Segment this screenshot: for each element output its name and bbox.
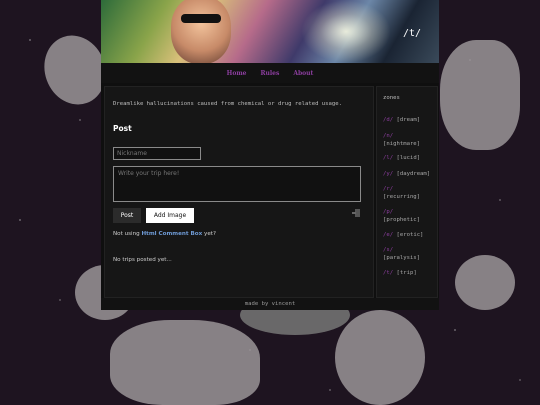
header-banner: /t/ [101, 0, 439, 63]
zone-label: [erotic] [396, 232, 424, 238]
zones-sidebar: zones /d/ [dream] /n/ [nightmare] /l/ [lu… [376, 86, 438, 298]
zone-item-trip[interactable]: /t/ [trip] [383, 269, 417, 277]
zone-item-nightmare[interactable]: /n/ [nightmare] [383, 132, 420, 148]
zone-label: [trip] [396, 270, 417, 276]
not-using-notice: Not using Html Comment Box yet? [113, 231, 216, 237]
zone-item-prophetic[interactable]: /p/ [prophetic] [383, 208, 420, 224]
astronaut-figure [110, 320, 260, 405]
nav-about-link[interactable]: About [293, 70, 313, 77]
board-title: /t/ [402, 28, 421, 39]
zone-item-daydream[interactable]: /y/ [daydream] [383, 170, 430, 178]
zone-item-paralysis[interactable]: /s/ [paralysis] [383, 246, 420, 262]
zone-item-lucid[interactable]: /l/ [lucid] [383, 154, 420, 162]
not-using-prefix: Not using [113, 231, 142, 237]
astronaut-figure [455, 255, 515, 310]
zone-label: [lucid] [396, 155, 421, 161]
zone-item-erotic[interactable]: /e/ [erotic] [383, 231, 423, 239]
zone-item-dream[interactable]: /d/ [dream] [383, 116, 420, 124]
post-button[interactable]: Post [113, 208, 141, 223]
zone-code: /l/ [383, 155, 394, 161]
site-footer: made by vincent [101, 298, 439, 310]
zone-code: /p/ [383, 209, 394, 215]
html-comment-box-link[interactable]: Html Comment Box [141, 231, 202, 237]
zone-code: /n/ [383, 133, 394, 139]
zone-label: [recurring] [383, 194, 421, 200]
zone-label: [prophetic] [383, 217, 421, 223]
astronaut-figure [335, 310, 425, 405]
zones-heading: zones [383, 95, 400, 101]
astronaut-figure [440, 40, 520, 150]
banner-face-image [171, 0, 231, 63]
not-using-suffix: yet? [202, 231, 216, 237]
zone-code: /e/ [383, 232, 394, 238]
zone-code: /r/ [383, 186, 394, 192]
zone-code: /y/ [383, 171, 394, 177]
zone-code: /t/ [383, 270, 394, 276]
nickname-field[interactable]: Nickname [113, 147, 201, 160]
nav-home-link[interactable]: Home [227, 70, 247, 77]
banner-light-flare [301, 0, 391, 63]
zone-code: /d/ [383, 117, 394, 123]
banner-sunglasses [181, 14, 221, 23]
no-trips-message: No trips posted yet... [113, 257, 172, 263]
post-heading: Post [113, 124, 132, 133]
nav-rules-link[interactable]: Rules [261, 70, 280, 77]
door-icon[interactable] [351, 208, 361, 218]
zone-item-recurring[interactable]: /r/ [recurring] [383, 185, 420, 201]
zone-label: [nightmare] [383, 141, 421, 147]
zone-label: [paralysis] [383, 255, 421, 261]
board-description: Dreamlike hallucinations caused from che… [113, 101, 343, 107]
zone-code: /s/ [383, 247, 394, 253]
zone-label: [dream] [396, 117, 421, 123]
trip-textarea[interactable]: Write your trip here! [113, 166, 361, 202]
top-nav: Home Rules About [101, 63, 439, 83]
add-image-button[interactable]: Add Image [146, 208, 194, 223]
zone-label: [daydream] [396, 171, 431, 177]
main-panel: Dreamlike hallucinations caused from che… [104, 86, 374, 298]
site-container: /t/ Home Rules About Dreamlike hallucina… [101, 0, 439, 310]
